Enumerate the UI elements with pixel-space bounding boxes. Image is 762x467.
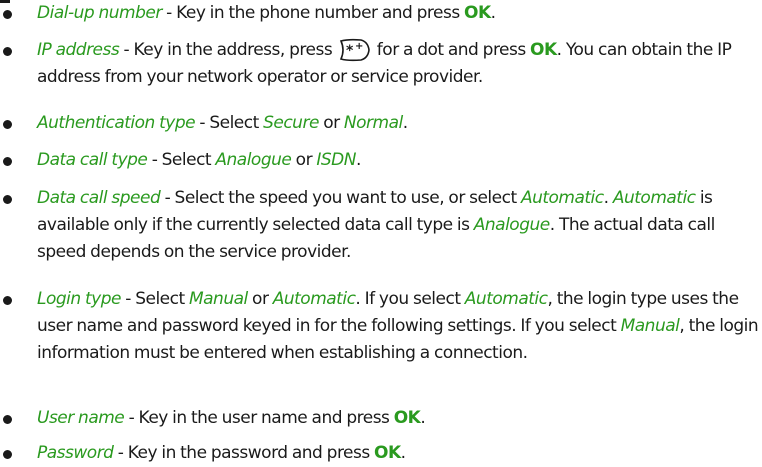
description-text: Select — [135, 289, 189, 309]
term-login-type: Login type — [37, 289, 121, 309]
sentence-end: . — [490, 3, 496, 23]
description-text: Key in the password and press — [127, 443, 375, 463]
term-data-call-type: Data call type — [37, 150, 148, 170]
svg-text:+: + — [355, 41, 363, 52]
ok-key-label: OK — [530, 40, 557, 60]
option-analogue: Analogue — [215, 150, 292, 170]
option-automatic: Automatic — [520, 188, 604, 208]
description-text: . — [603, 188, 613, 208]
sentence-end: . — [356, 150, 361, 170]
option-automatic: Automatic — [612, 188, 696, 208]
bullet-dot-icon — [3, 450, 12, 459]
bullet-dot-icon — [3, 157, 12, 166]
bullet-dot-icon — [3, 10, 12, 19]
separator: - — [120, 289, 136, 309]
sentence-end: . — [400, 443, 406, 463]
list-item-authentication-type: Authentication type - Select Secure or N… — [0, 110, 408, 137]
option-manual: Manual — [620, 316, 680, 336]
option-isdn: ISDN — [316, 150, 356, 170]
option-secure: Secure — [263, 113, 319, 133]
term-dial-up-number: Dial-up number — [37, 3, 162, 23]
description-text: Key in the phone number and press — [176, 3, 465, 23]
bullet-dot-icon — [3, 47, 12, 56]
separator: - — [161, 3, 177, 23]
list-item-user-name: User name - Key in the user name and pre… — [0, 405, 426, 432]
bullet-dot-icon — [3, 120, 12, 129]
or-text: or — [291, 150, 317, 170]
list-item-ip-address: IP address - Key in the address, press *… — [0, 37, 762, 91]
separator: - — [124, 408, 139, 428]
sentence-end: . — [402, 113, 408, 133]
ok-key-label: OK — [464, 3, 491, 23]
description-text: Key in the address, press — [133, 40, 337, 60]
description-text: for a dot and press — [372, 40, 531, 60]
list-item-login-type: Login type - Select Manual or Automatic.… — [0, 286, 762, 367]
description-text: Key in the user name and press — [138, 408, 394, 428]
option-automatic: Automatic — [464, 289, 548, 309]
description-text: Select — [161, 150, 216, 170]
star-plus-key-icon: * + — [339, 38, 371, 62]
list-item-data-call-speed: Data call speed - Select the speed you w… — [0, 185, 762, 266]
list-item-dial-up-number: Dial-up number - Key in the phone number… — [0, 0, 496, 27]
ok-key-label: OK — [393, 408, 421, 428]
term-data-call-speed: Data call speed — [37, 188, 161, 208]
separator: - — [147, 150, 162, 170]
svg-text:*: * — [346, 43, 354, 59]
term-user-name: User name — [37, 408, 125, 428]
list-item-data-call-type: Data call type - Select Analogue or ISDN… — [0, 147, 361, 174]
description-text: Select the speed you want to use, or sel… — [174, 188, 521, 208]
bullet-dot-icon — [3, 195, 12, 204]
or-text: or — [247, 289, 273, 309]
list-item-password: Password - Key in the password and press… — [0, 440, 406, 467]
option-normal: Normal — [343, 113, 403, 133]
sentence-end: . — [420, 408, 426, 428]
bullet-dot-icon — [3, 415, 12, 424]
option-analogue: Analogue — [473, 215, 550, 235]
ok-key-label: OK — [374, 443, 401, 463]
term-authentication-type: Authentication type — [37, 113, 196, 133]
separator: - — [113, 443, 128, 463]
or-text: or — [318, 113, 344, 133]
bullet-dot-icon — [3, 296, 12, 305]
separator: - — [160, 188, 175, 208]
term-password: Password — [37, 443, 114, 463]
term-ip-address: IP address — [37, 40, 120, 60]
description-text: Select — [209, 113, 264, 133]
separator: - — [195, 113, 210, 133]
description-text: . If you select — [355, 289, 465, 309]
separator: - — [119, 40, 134, 60]
option-manual: Manual — [188, 289, 248, 309]
option-automatic: Automatic — [272, 289, 356, 309]
